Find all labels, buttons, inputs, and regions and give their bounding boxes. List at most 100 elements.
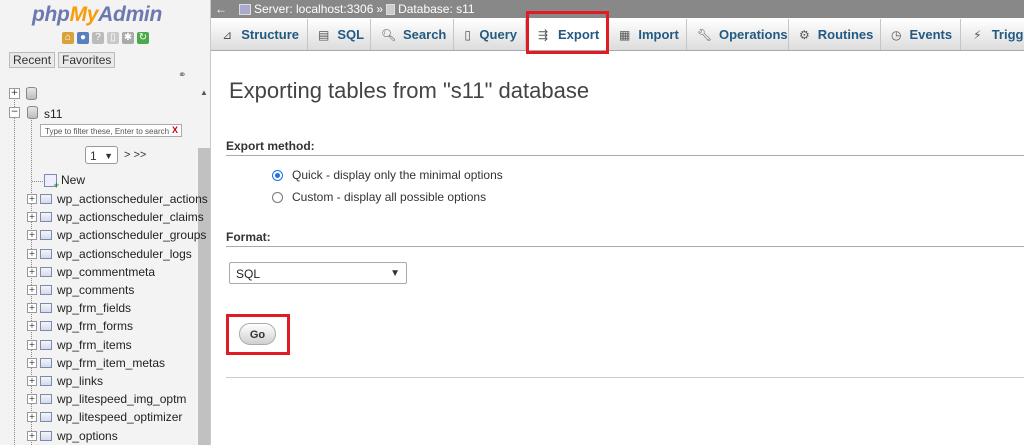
nav-table-name[interactable]: wp_actionscheduler_claims <box>57 210 204 224</box>
expand-table-icon[interactable]: + <box>27 357 37 368</box>
tab-sql[interactable]: ▤ SQL <box>308 19 371 50</box>
logo-text-admin: Admin <box>98 3 162 26</box>
custom-export-option[interactable]: Custom - display all possible options <box>272 190 486 204</box>
quick-export-option[interactable]: Quick - display only the minimal options <box>272 168 503 182</box>
breadcrumb-server[interactable]: Server: localhost:3306 <box>254 0 373 18</box>
nav-table-name[interactable]: wp_actionscheduler_groups <box>57 228 206 242</box>
expand-table-icon[interactable]: + <box>27 266 37 277</box>
chevron-down-icon: ▼ <box>104 151 113 161</box>
nav-table-item[interactable]: + wp_actionscheduler_logs <box>27 245 192 263</box>
nav-table-item[interactable]: + wp_actionscheduler_claims <box>27 208 204 226</box>
expand-table-icon[interactable]: + <box>27 376 37 386</box>
database-icon <box>26 87 37 100</box>
tab-import[interactable]: ▦ Import <box>609 19 687 50</box>
tab-query[interactable]: ▯ Query <box>454 19 526 50</box>
scroll-up-arrow-icon[interactable]: ▲ <box>198 86 210 100</box>
nav-table-name[interactable]: wp_links <box>57 374 103 388</box>
expand-table-icon[interactable]: + <box>27 212 37 223</box>
nav-table-name[interactable]: wp_frm_items <box>57 338 132 352</box>
nav-table-item[interactable]: + wp_frm_item_metas <box>27 354 165 372</box>
table-filter-input[interactable]: Type to filter these, Enter to search <box>40 124 182 137</box>
nav-table-name[interactable]: wp_options <box>57 429 118 443</box>
nav-table-item[interactable]: + wp_options <box>27 427 118 445</box>
tab-search-label: Search <box>403 27 447 42</box>
expand-table-icon[interactable]: + <box>27 194 37 204</box>
collapse-s11-icon[interactable]: − <box>9 107 20 118</box>
reload-icon[interactable]: ↻ <box>137 32 149 44</box>
phpmyadmin-logo[interactable]: phpMyAdmin <box>32 3 162 27</box>
tab-routines[interactable]: ⚙ Routines <box>789 19 881 50</box>
nav-table-name[interactable]: wp_frm_forms <box>57 319 133 333</box>
nav-table-item[interactable]: + wp_litespeed_img_optm <box>27 390 186 408</box>
routines-icon: ⚙ <box>799 27 810 42</box>
nav-table-name[interactable]: wp_frm_fields <box>57 301 131 315</box>
nav-table-item[interactable]: + wp_frm_items <box>27 336 132 354</box>
logo-text-php: php <box>32 3 70 26</box>
next-page-link[interactable]: > >> <box>124 149 146 161</box>
divider <box>226 377 1024 378</box>
tab-export[interactable]: ⇶ Export <box>526 19 609 50</box>
back-arrow-icon[interactable]: ← <box>215 0 227 18</box>
nav-table-item[interactable]: + wp_frm_forms <box>27 317 133 335</box>
nav-table-item[interactable]: + wp_commentmeta <box>27 263 155 281</box>
expand-table-icon[interactable]: + <box>27 248 37 259</box>
sql-docs-icon[interactable]: ▯ <box>107 32 119 44</box>
database-icon <box>386 3 396 15</box>
clear-filter-button[interactable]: X <box>172 124 178 137</box>
tab-export-label: Export <box>558 27 600 42</box>
expand-table-icon[interactable]: + <box>27 394 37 405</box>
settings-gear-icon[interactable]: ✱ <box>122 32 134 44</box>
tab-events-label: Events <box>909 27 953 42</box>
nav-table-item[interactable]: + wp_frm_fields <box>27 299 131 317</box>
tab-operations[interactable]: 🔧︎ Operations <box>687 19 789 50</box>
expand-table-icon[interactable]: + <box>27 339 37 350</box>
nav-table-item[interactable]: + wp_litespeed_optimizer <box>27 408 182 426</box>
expand-table-icon[interactable]: + <box>27 412 37 423</box>
database-menu-tabs: ⊿ Structure ▤ SQL 🔍︎ Search ▯ Query ⇶ Ex… <box>211 19 1024 51</box>
nav-table-item[interactable]: + wp_actionscheduler_groups <box>27 226 206 244</box>
recent-tab[interactable]: Recent <box>9 52 56 68</box>
expand-table-icon[interactable]: + <box>27 430 37 441</box>
tab-search[interactable]: 🔍︎ Search <box>371 19 454 50</box>
nav-table-name[interactable]: wp_actionscheduler_actions <box>57 192 208 206</box>
expand-table-icon[interactable]: + <box>27 303 37 314</box>
table-icon <box>40 266 52 277</box>
expand-table-icon[interactable]: + <box>27 230 37 241</box>
nav-table-item[interactable]: + wp_links <box>27 372 103 390</box>
breadcrumb-database[interactable]: Database: s11 <box>398 0 475 18</box>
tab-structure[interactable]: ⊿ Structure <box>211 19 308 50</box>
expand-table-icon[interactable]: + <box>27 321 37 332</box>
recent-favorites-tabs: Recent Favorites <box>9 52 116 68</box>
database-s11-link[interactable]: s11 <box>44 107 62 121</box>
link-with-main-icon[interactable]: ⚭ <box>178 70 186 81</box>
nav-table-name[interactable]: wp_actionscheduler_logs <box>57 247 192 261</box>
nav-table-name[interactable]: wp_litespeed_img_optm <box>57 392 186 406</box>
go-button[interactable]: Go <box>239 323 276 345</box>
import-icon: ▦ <box>619 27 631 42</box>
tab-events[interactable]: ◷ Events <box>881 19 961 50</box>
expand-table-icon[interactable]: + <box>27 285 37 295</box>
quick-option-label: Quick - display only the minimal options <box>292 168 503 182</box>
nav-table-name[interactable]: wp_commentmeta <box>57 265 155 279</box>
docs-icon[interactable]: ? <box>92 32 104 44</box>
nav-table-name[interactable]: wp_litespeed_optimizer <box>57 410 182 424</box>
custom-radio[interactable] <box>272 191 283 203</box>
nav-table-name[interactable]: wp_comments <box>57 283 134 297</box>
nav-icon-toolbar: ⌂ ● ? ▯ ✱ ↻ <box>62 32 149 44</box>
structure-icon: ⊿ <box>222 27 233 42</box>
nav-table-item[interactable]: + wp_actionscheduler_actions <box>27 190 208 208</box>
export-icon: ⇶ <box>537 27 549 42</box>
table-icon <box>40 194 52 204</box>
expand-root-icon[interactable]: + <box>9 88 20 99</box>
quick-radio[interactable] <box>272 169 283 181</box>
page-number-select[interactable]: 1 ▼ <box>85 146 118 164</box>
tab-triggers[interactable]: ⚡︎ Triggers <box>961 19 1024 50</box>
nav-table-name[interactable]: wp_frm_item_metas <box>57 356 165 370</box>
format-select[interactable]: SQL ▼ <box>229 262 407 284</box>
new-table-link[interactable]: New <box>44 173 85 190</box>
favorites-tab[interactable]: Favorites <box>58 52 116 68</box>
logout-icon[interactable]: ● <box>77 32 89 44</box>
nav-table-item[interactable]: + wp_comments <box>27 281 134 299</box>
home-icon[interactable]: ⌂ <box>62 32 74 44</box>
tab-sql-label: SQL <box>337 27 365 42</box>
